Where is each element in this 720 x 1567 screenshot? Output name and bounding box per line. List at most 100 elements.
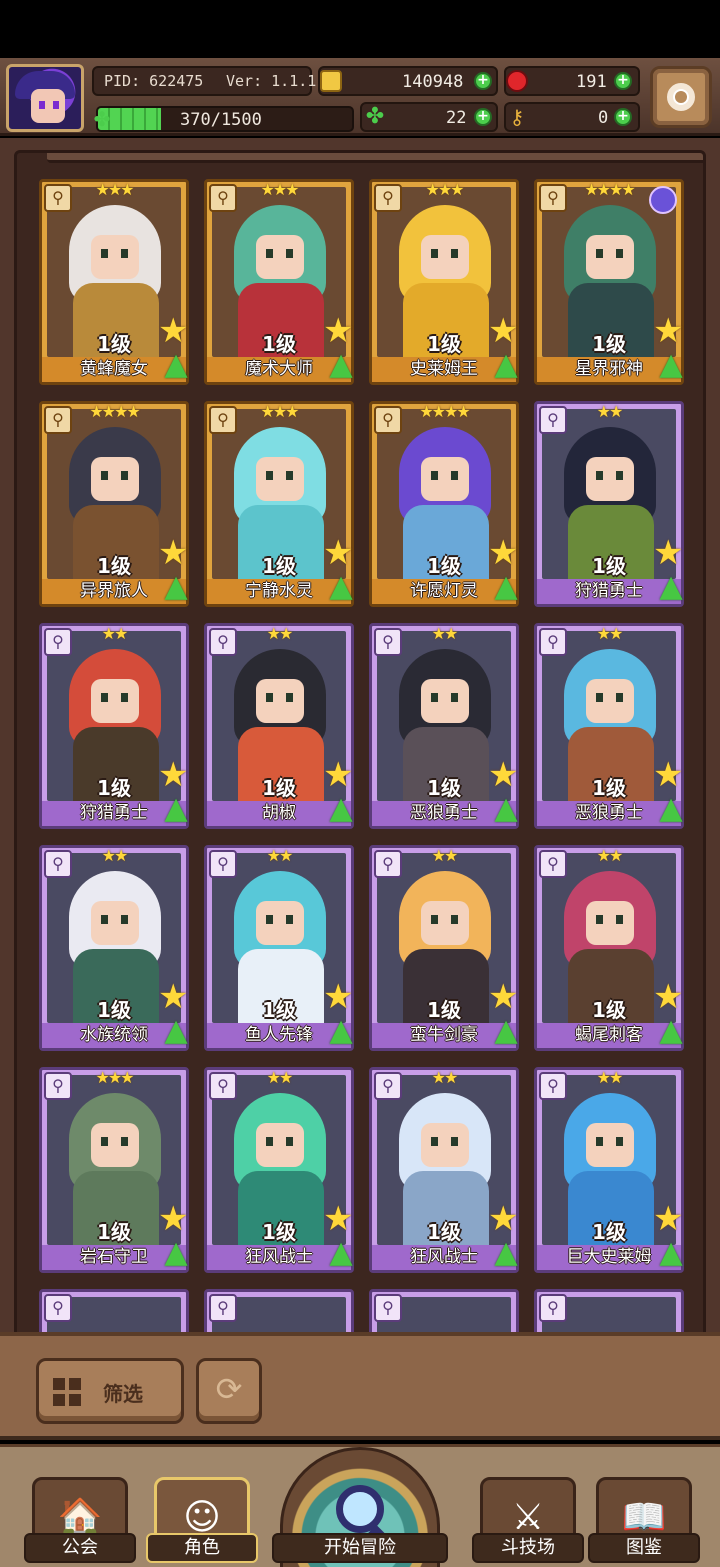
character-card[interactable]: ⚲ ★★ 1级 鱼人先锋 ★ ▲ <box>204 845 354 1051</box>
star-rating: ★★ <box>266 1068 294 1087</box>
level-up-arrow-icon: ▲ <box>329 791 353 826</box>
character-card[interactable]: ⚲ ★★ 1级 狩猎勇士 ★ ▲ <box>534 401 684 607</box>
star-upgrade-icon: ★ <box>653 977 684 1017</box>
portrait-eye <box>616 693 623 702</box>
portrait-face <box>421 235 469 279</box>
portrait-face <box>586 1123 634 1167</box>
panel-top-lip <box>47 153 703 163</box>
portrait-eye <box>101 1137 108 1146</box>
level-up-arrow-icon: ▲ <box>494 347 518 382</box>
portrait-face <box>91 901 139 945</box>
character-card[interactable]: ⚲ ★★★ 1级 宁静水灵 ★ ▲ <box>204 401 354 607</box>
portrait-face <box>256 1123 304 1167</box>
portrait-eye <box>121 915 128 924</box>
star-upgrade-icon: ★ <box>653 533 684 573</box>
character-card[interactable]: ⚲ ★★★ 1级 魔术大师 ★ ▲ <box>204 179 354 385</box>
filter-button[interactable]: 筛选 <box>36 1358 184 1424</box>
key-amount: 0 <box>598 108 609 128</box>
character-card[interactable]: ⚲ ★★ 1级 蝎尾刺客 ★ ▲ <box>534 845 684 1051</box>
settings-button[interactable] <box>650 66 712 128</box>
character-card[interactable]: ⚲ ★★★★ 1级 异界旅人 ★ ▲ <box>39 401 189 607</box>
portrait-face <box>91 1123 139 1167</box>
gold-amount: 140948 <box>402 72 464 92</box>
character-card[interactable]: ⚲ ★★ 1级 蛮牛剑豪 ★ ▲ <box>369 845 519 1051</box>
nav-arena[interactable]: ⚔ 斗技场 <box>472 1477 584 1567</box>
add-clover-button[interactable]: + <box>474 108 492 126</box>
portrait-face <box>421 1123 469 1167</box>
character-card[interactable]: ⚲ ★★★★ 1级 星界邪神 ★ ▲ <box>534 179 684 385</box>
experience-text: 370/1500 <box>180 110 262 130</box>
gem-amount: 191 <box>576 72 607 92</box>
level-up-arrow-icon: ▲ <box>164 569 188 604</box>
start-adventure-label: 开始冒险 <box>272 1533 448 1563</box>
character-card[interactable]: ⚲ ★★ 1级 恶狼勇士 ★ ▲ <box>369 623 519 829</box>
gold-coin-icon <box>320 70 342 92</box>
star-upgrade-icon: ★ <box>158 311 189 351</box>
add-gem-button[interactable]: + <box>614 72 632 90</box>
portrait-eye <box>451 915 458 924</box>
portrait-eye <box>266 1137 273 1146</box>
portrait-eye <box>451 471 458 480</box>
character-panel: ⚲ ★★★ 1级 黄蜂魔女 ★ ▲ ⚲ ★★★ 1级 魔术大师 ★ ▲ ⚲ ★★★ 1级 史莱姆王 ★ ▲ ⚲ ★★★… <box>0 138 720 1340</box>
portrait-eye <box>266 693 273 702</box>
portrait-face <box>586 457 634 501</box>
add-gold-button[interactable]: + <box>474 72 492 90</box>
nav-codex-label: 图鉴 <box>588 1533 700 1563</box>
star-upgrade-icon: ★ <box>323 1199 354 1239</box>
star-upgrade-icon: ★ <box>488 311 519 351</box>
start-adventure-button[interactable]: 开始冒险 <box>270 1447 450 1567</box>
portrait-eye <box>431 471 438 480</box>
portrait-face <box>586 235 634 279</box>
portrait-face <box>91 235 139 279</box>
character-card[interactable]: ⚲ ★★ 1级 狩猎勇士 ★ ▲ <box>39 623 189 829</box>
avatar-eye <box>53 101 59 109</box>
level-up-arrow-icon: ▲ <box>494 569 518 604</box>
filter-controls-bar: 筛选 ⟳ <box>0 1332 720 1440</box>
character-card[interactable]: ⚲ ★★★ 1级 岩石守卫 ★ ▲ <box>39 1067 189 1273</box>
star-upgrade-icon: ★ <box>488 533 519 573</box>
gear-icon-center <box>675 91 687 103</box>
portrait-face <box>421 901 469 945</box>
portrait-eye <box>266 915 273 924</box>
portrait-eye <box>121 471 128 480</box>
level-up-arrow-icon: ▲ <box>659 791 683 826</box>
character-card[interactable]: ⚲ ★★★★ 1级 许愿灯灵 ★ ▲ <box>369 401 519 607</box>
add-key-button[interactable]: + <box>614 108 632 126</box>
star-upgrade-icon: ★ <box>158 1199 189 1239</box>
character-card[interactable]: ⚲ ★★ 1级 巨大史莱姆 ★ ▲ <box>534 1067 684 1273</box>
portrait-eye <box>431 249 438 258</box>
character-card[interactable]: ⚲ ★★ 1级 恶狼勇士 ★ ▲ <box>534 623 684 829</box>
star-upgrade-icon: ★ <box>488 1199 519 1239</box>
class-icon: ⚲ <box>209 1294 237 1322</box>
portrait-eye <box>286 915 293 924</box>
nav-guild-label: 公会 <box>24 1533 136 1563</box>
nav-codex[interactable]: 📖 图鉴 <box>588 1477 700 1567</box>
portrait-eye <box>121 1137 128 1146</box>
character-card[interactable]: ⚲ ★★★ 1级 史莱姆王 ★ ▲ <box>369 179 519 385</box>
star-rating: ★★ <box>431 624 459 643</box>
portrait-eye <box>101 915 108 924</box>
portrait-eye <box>596 915 603 924</box>
character-card[interactable]: ⚲ ★★ 1级 狂风战士 ★ ▲ <box>369 1067 519 1273</box>
character-card[interactable]: ⚲ ★★ 1级 水族统领 ★ ▲ <box>39 845 189 1051</box>
portrait-eye <box>616 249 623 258</box>
portrait-eye <box>286 249 293 258</box>
portrait-eye <box>101 249 108 258</box>
nav-characters[interactable]: ☺ 角色 <box>146 1477 258 1567</box>
star-rating: ★★ <box>596 846 624 865</box>
portrait-eye <box>616 471 623 480</box>
character-card[interactable]: ⚲ ★★ 1级 狂风战士 ★ ▲ <box>204 1067 354 1273</box>
star-rating: ★★ <box>266 846 294 865</box>
star-rating: ★★ <box>101 846 129 865</box>
level-up-arrow-icon: ▲ <box>164 1013 188 1048</box>
portrait-eye <box>286 471 293 480</box>
portrait-eye <box>266 471 273 480</box>
nav-guild[interactable]: 🏠 公会 <box>24 1477 136 1567</box>
player-avatar[interactable] <box>6 64 84 132</box>
character-card[interactable]: ⚲ ★★ 1级 胡椒 ★ ▲ <box>204 623 354 829</box>
level-up-arrow-icon: ▲ <box>659 1235 683 1270</box>
character-card[interactable]: ⚲ ★★★ 1级 黄蜂魔女 ★ ▲ <box>39 179 189 385</box>
reset-filter-button[interactable]: ⟳ <box>196 1358 262 1424</box>
star-rating: ★★★ <box>425 180 464 199</box>
class-icon: ⚲ <box>374 1294 402 1322</box>
